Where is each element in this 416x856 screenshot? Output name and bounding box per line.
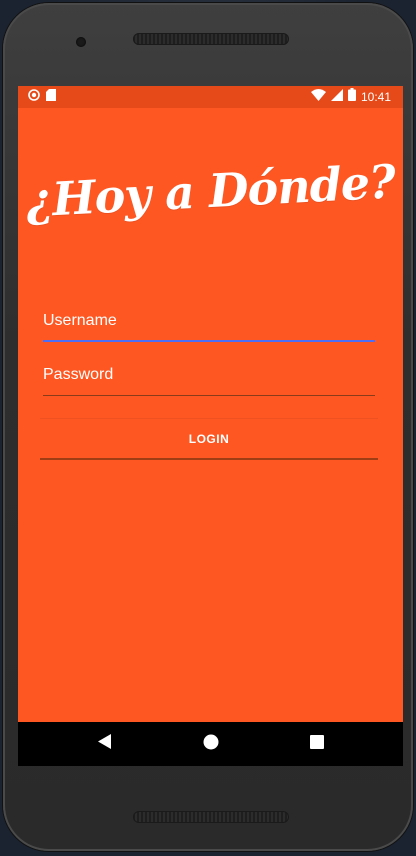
emulator-background: 10:41 ¿Hoy a Dónde? LOGIN <box>0 0 416 856</box>
status-bar: 10:41 <box>18 86 403 108</box>
app-logo-text: ¿Hoy a Dónde? <box>24 154 397 228</box>
password-underline <box>43 395 375 396</box>
bottom-speaker-grille <box>133 811 289 823</box>
back-button[interactable] <box>94 733 116 755</box>
top-speaker-grille <box>133 33 289 45</box>
home-icon <box>203 734 219 755</box>
battery-icon <box>347 88 356 106</box>
circle-notification-icon <box>28 88 40 106</box>
login-button[interactable]: LOGIN <box>40 418 378 460</box>
back-icon <box>98 734 112 754</box>
username-input[interactable] <box>43 306 375 336</box>
wifi-icon <box>310 88 326 106</box>
cell-signal-icon <box>330 88 343 106</box>
status-time: 10:41 <box>360 90 391 104</box>
password-field[interactable] <box>43 360 375 396</box>
recents-button[interactable] <box>306 733 328 755</box>
device-screen: 10:41 ¿Hoy a Dónde? LOGIN <box>18 86 403 766</box>
sd-card-icon <box>46 88 56 106</box>
status-bar-notifications <box>28 88 56 106</box>
username-underline <box>43 340 375 342</box>
username-field[interactable] <box>43 306 375 342</box>
password-input[interactable] <box>43 360 375 390</box>
phone-frame: 10:41 ¿Hoy a Dónde? LOGIN <box>3 3 413 851</box>
navigation-bar <box>18 722 403 766</box>
home-button[interactable] <box>200 733 222 755</box>
recents-icon <box>310 734 324 754</box>
status-bar-system: 10:41 <box>310 88 391 106</box>
front-camera <box>76 37 86 47</box>
